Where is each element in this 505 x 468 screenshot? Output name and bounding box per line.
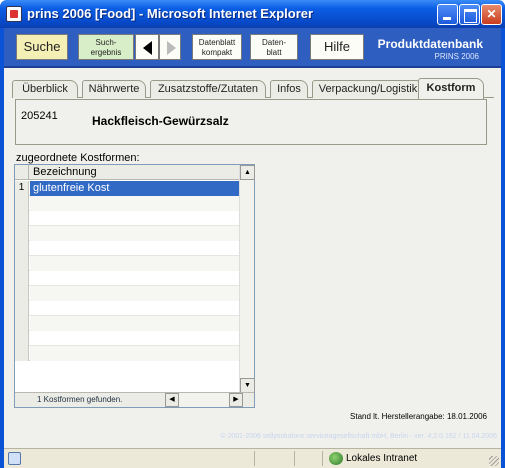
row-number	[15, 316, 29, 331]
kostformen-grid: Bezeichnung 1 glutenfreie Kost ▲ ▼ 1 Kos…	[14, 164, 255, 408]
grid-corner	[15, 165, 29, 180]
row-value[interactable]	[30, 271, 240, 286]
datenblatt-kompakt-button[interactable]: Datenblatt kompakt	[192, 34, 242, 60]
intranet-zone-icon	[329, 452, 343, 465]
scroll-down-icon[interactable]: ▼	[240, 378, 255, 393]
copyright-text: © 2001-2006 sellysolutions.serviceagesel…	[220, 433, 497, 440]
tab-verpackung[interactable]: Verpackung/Logistik	[312, 80, 424, 98]
browser-window: prins 2006 [Food] - Microsoft Internet E…	[0, 0, 505, 468]
table-row[interactable]	[15, 331, 240, 346]
tab-kostform[interactable]: Kostform	[418, 78, 484, 99]
row-value[interactable]	[30, 286, 240, 301]
product-header: 205241 Hackfleisch-Gewürzsalz	[15, 99, 487, 145]
datenblatt-kompakt-line2: kompakt	[201, 48, 233, 57]
table-row[interactable]	[15, 316, 240, 331]
row-number	[15, 271, 29, 286]
row-number	[15, 196, 29, 211]
tab-bar: Überblick Nährwerte Zusatzstoffe/Zutaten…	[12, 78, 494, 99]
status-divider	[254, 451, 255, 466]
datenblatt-button[interactable]: Daten- blatt	[250, 34, 298, 60]
row-number	[15, 286, 29, 301]
scroll-left-icon[interactable]: ◀	[165, 393, 179, 407]
row-number	[15, 346, 29, 361]
maximize-button[interactable]	[459, 4, 480, 25]
result-count: 1 Kostformen gefunden.	[37, 395, 123, 404]
column-header-bezeichnung[interactable]: Bezeichnung	[33, 166, 97, 178]
table-row[interactable]	[15, 256, 240, 271]
row-number: 1	[15, 181, 29, 196]
tab-zusatzstoffe[interactable]: Zusatzstoffe/Zutaten	[150, 80, 266, 98]
row-value[interactable]	[30, 211, 240, 226]
row-number	[15, 301, 29, 316]
status-divider	[322, 451, 323, 466]
datenblatt-line2: blatt	[266, 48, 282, 57]
hilfe-button[interactable]: Hilfe	[310, 34, 364, 60]
table-row[interactable]	[15, 226, 240, 241]
row-number	[15, 331, 29, 346]
suchergebnis-label-line2: ergebnis	[90, 48, 122, 57]
row-value[interactable]	[30, 316, 240, 331]
product-id: 205241	[21, 110, 58, 122]
brand-subtitle: PRINS 2006	[434, 52, 479, 61]
table-row[interactable]	[15, 346, 240, 361]
row-number	[15, 256, 29, 271]
table-row[interactable]	[15, 196, 240, 211]
tab-infos[interactable]: Infos	[270, 80, 308, 98]
brand-title: Produktdatenbank	[377, 37, 483, 51]
back-button[interactable]	[135, 34, 159, 60]
table-row[interactable]	[15, 211, 240, 226]
row-value[interactable]	[30, 331, 240, 346]
page-icon	[8, 452, 21, 465]
app-toolbar: Suche Such- ergebnis Datenblatt kompakt …	[4, 28, 501, 68]
table-row[interactable]	[15, 241, 240, 256]
minimize-button[interactable]	[437, 4, 458, 25]
close-button[interactable]	[481, 4, 502, 25]
status-bar: Lokales Intranet	[4, 448, 501, 468]
window-title: prins 2006 [Food] - Microsoft Internet E…	[27, 6, 314, 21]
stand-date: Stand lt. Herstellerangabe: 18.01.2006	[350, 412, 487, 421]
resize-grip-icon[interactable]	[489, 456, 499, 466]
suche-button[interactable]: Suche	[16, 34, 68, 60]
row-number	[15, 241, 29, 256]
kostformen-label: zugeordnete Kostformen:	[16, 152, 140, 164]
row-number	[15, 211, 29, 226]
page-content: Suche Such- ergebnis Datenblatt kompakt …	[4, 28, 501, 448]
grid-footer: 1 Kostformen gefunden. ◀ ▶	[15, 392, 254, 407]
security-zone: Lokales Intranet	[346, 453, 418, 464]
scroll-right-icon[interactable]: ▶	[229, 393, 243, 407]
row-value[interactable]	[30, 241, 240, 256]
arrow-right-icon	[167, 41, 176, 55]
row-number	[15, 226, 29, 241]
row-value[interactable]	[30, 256, 240, 271]
table-row[interactable]	[15, 301, 240, 316]
row-value[interactable]	[30, 196, 240, 211]
forward-button[interactable]	[159, 34, 181, 60]
row-value[interactable]	[30, 346, 240, 361]
datenblatt-kompakt-line1: Datenblatt	[198, 38, 236, 47]
tab-naehrwerte[interactable]: Nährwerte	[82, 80, 146, 98]
row-value[interactable]: glutenfreie Kost	[30, 181, 240, 196]
vertical-scrollbar[interactable]: ▲ ▼	[239, 165, 255, 393]
scroll-up-icon[interactable]: ▲	[240, 165, 255, 180]
datenblatt-line1: Daten-	[261, 38, 286, 47]
app-icon	[6, 6, 22, 22]
table-row[interactable]	[15, 286, 240, 301]
horizontal-scrollbar[interactable]	[179, 393, 229, 407]
product-name: Hackfleisch-Gewürzsalz	[92, 114, 229, 128]
suchergebnis-label-line1: Such-	[95, 38, 117, 47]
suchergebnis-button[interactable]: Such- ergebnis	[78, 34, 134, 60]
row-value[interactable]	[30, 301, 240, 316]
table-row[interactable]: 1 glutenfreie Kost	[15, 181, 240, 196]
grid-header: Bezeichnung	[15, 165, 240, 180]
table-row[interactable]	[15, 271, 240, 286]
row-value[interactable]	[30, 226, 240, 241]
title-bar: prins 2006 [Food] - Microsoft Internet E…	[0, 0, 505, 28]
arrow-left-icon	[143, 41, 152, 55]
status-divider	[294, 451, 295, 466]
tab-ueberblick[interactable]: Überblick	[12, 80, 78, 98]
